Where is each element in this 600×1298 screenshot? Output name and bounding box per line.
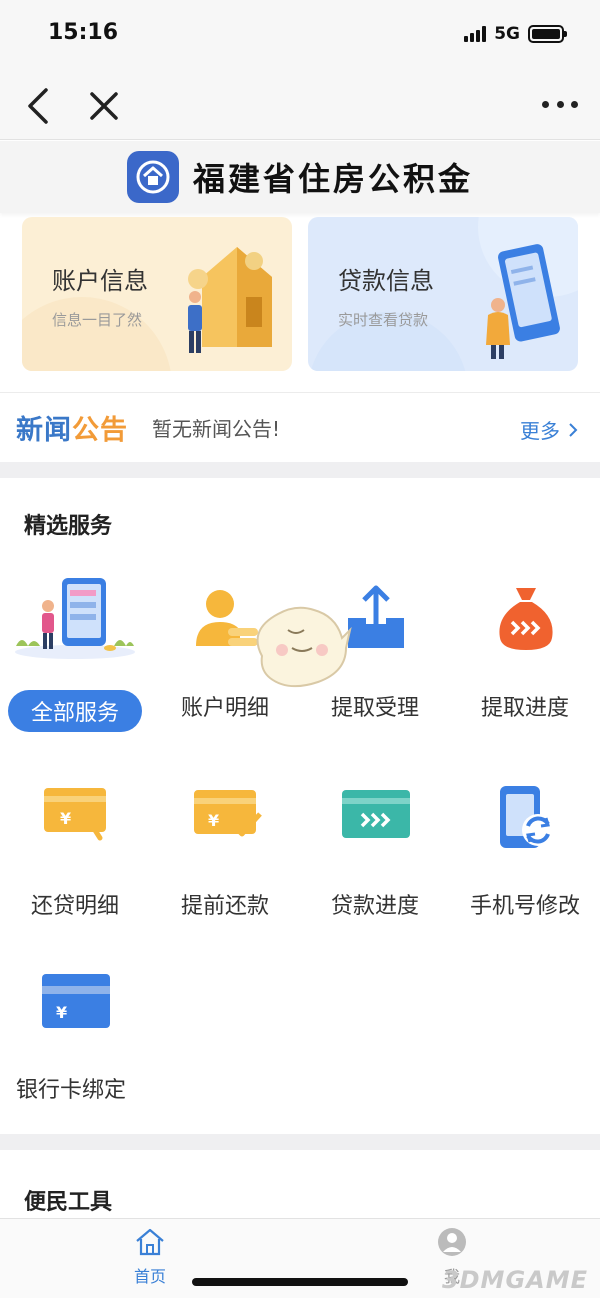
- status-time: 15:16: [48, 20, 119, 45]
- signal-icon: [464, 26, 487, 42]
- more-icon[interactable]: [542, 98, 578, 110]
- all-services-button[interactable]: 全部服务: [8, 690, 142, 732]
- service-early-repayment[interactable]: ¥ 提前还款: [150, 784, 300, 954]
- service-loan-progress[interactable]: 贷款进度: [300, 784, 450, 954]
- svg-text:¥: ¥: [56, 1003, 67, 1022]
- yen-card-check-icon: ¥: [194, 790, 262, 837]
- account-info-card[interactable]: 账户信息 信息一目了然: [22, 217, 292, 371]
- section-divider: [0, 1134, 600, 1150]
- home-icon: [136, 1228, 164, 1256]
- info-cards: 账户信息 信息一目了然 贷款信息 实时查看贷款: [22, 217, 578, 371]
- service-label: 银行卡绑定: [16, 1078, 127, 1103]
- svg-text:¥: ¥: [208, 811, 219, 830]
- service-repay-detail[interactable]: ¥ 还贷明细: [0, 784, 150, 954]
- mascot-sticker-icon: [256, 606, 352, 688]
- battery-icon: [528, 25, 567, 43]
- service-label: 提取进度: [480, 696, 569, 721]
- service-label: 手机号修改: [469, 894, 580, 919]
- card-subtitle: 信息一目了然: [52, 311, 143, 329]
- app-banner: 福建省住房公积金: [0, 141, 600, 213]
- service-label: 提取受理: [330, 696, 419, 721]
- tab-home-label: 首页: [133, 1267, 166, 1286]
- service-bank-card-bind[interactable]: ¥ 银行卡绑定: [0, 970, 150, 1140]
- news-text: 暂无新闻公告!: [152, 417, 281, 441]
- service-label: 账户明细: [180, 696, 269, 721]
- tools-section-title: 便民工具: [24, 1190, 113, 1215]
- back-icon[interactable]: [20, 86, 56, 126]
- nav-bar: [0, 70, 600, 140]
- service-withdraw-progress[interactable]: 提取进度: [450, 584, 600, 754]
- news-label-part1: 新闻: [16, 415, 72, 446]
- phone-illustration-icon: [486, 244, 560, 359]
- housing-fund-logo-icon: [126, 151, 179, 203]
- news-label-part2: 公告: [72, 415, 128, 446]
- all-services-illustration-icon: [15, 578, 135, 659]
- news-more-label: 更多: [520, 419, 560, 443]
- tab-home[interactable]: 首页: [124, 1227, 176, 1287]
- page-title: 福建省住房公积金: [192, 160, 473, 198]
- card-title: 账户信息: [52, 267, 148, 295]
- section-divider: [0, 462, 600, 478]
- user-icon: [438, 1228, 466, 1256]
- svg-text:¥: ¥: [60, 809, 71, 828]
- news-bar[interactable]: 新闻公告 暂无新闻公告! 更多: [0, 392, 600, 462]
- money-bag-icon: [499, 588, 553, 650]
- watermark-text: 3DMGAME: [441, 1266, 588, 1294]
- service-label: 贷款进度: [330, 894, 419, 919]
- close-icon[interactable]: [86, 88, 122, 124]
- service-label: 还贷明细: [30, 894, 119, 919]
- loan-info-card[interactable]: 贷款信息 实时查看贷款: [308, 217, 578, 371]
- chevron-right-icon: [569, 422, 578, 437]
- card-progress-icon: [342, 790, 410, 838]
- status-indicators: 5G: [464, 24, 567, 44]
- bank-card-icon: ¥: [42, 974, 110, 1028]
- yen-card-return-icon: ¥: [44, 788, 106, 841]
- card-title: 贷款信息: [338, 267, 434, 295]
- house-illustration-icon: [188, 247, 272, 353]
- card-subtitle: 实时查看贷款: [338, 311, 429, 329]
- status-bar: 15:16 5G: [0, 0, 600, 70]
- network-type: 5G: [494, 24, 520, 44]
- phone-refresh-icon: [500, 786, 554, 848]
- home-indicator[interactable]: [192, 1278, 408, 1286]
- service-label: 提前还款: [180, 894, 269, 919]
- service-phone-change[interactable]: 手机号修改: [450, 784, 600, 954]
- news-label: 新闻公告: [16, 408, 128, 447]
- featured-section-title: 精选服务: [24, 514, 113, 539]
- news-more-link[interactable]: 更多: [520, 415, 578, 444]
